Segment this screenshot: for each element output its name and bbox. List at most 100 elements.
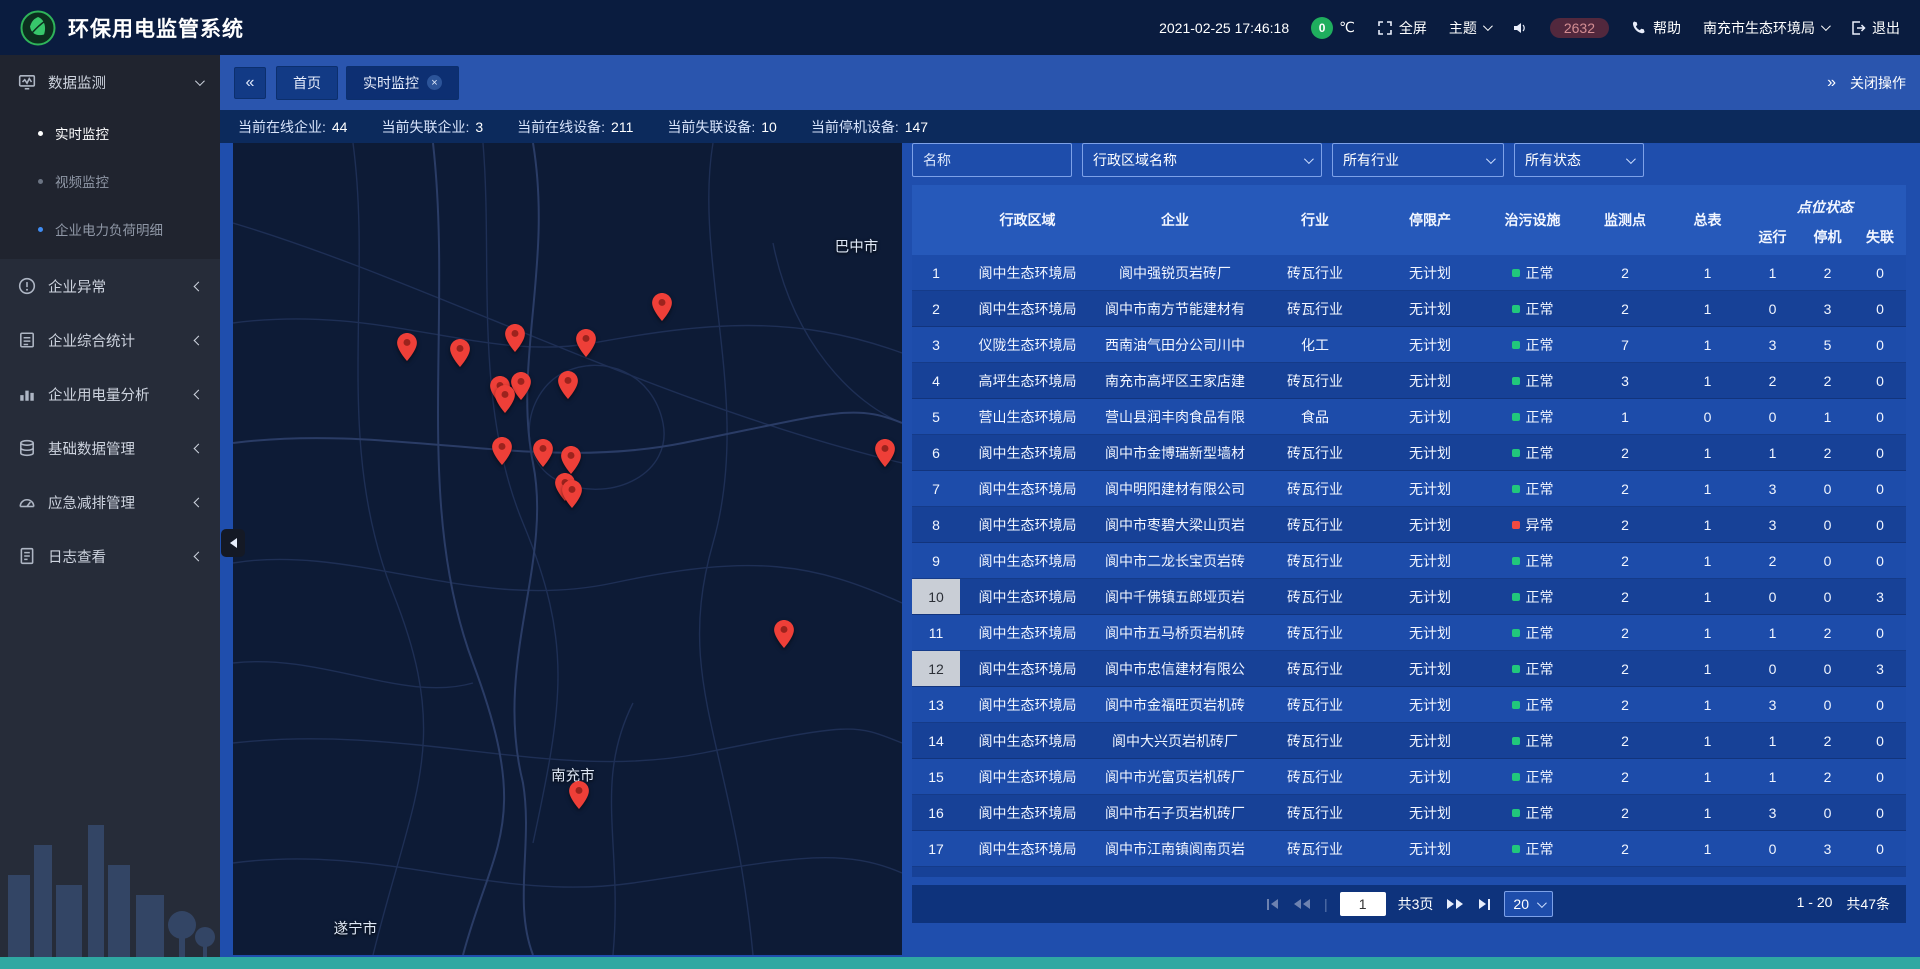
last-page-button[interactable] [1477, 897, 1492, 912]
fullscreen-button[interactable]: 全屏 [1377, 18, 1427, 38]
cell-region: 阆中生态环境局 [960, 507, 1095, 542]
table-row[interactable]: 2阆中生态环境局阆中市南方节能建材有砖瓦行业无计划正常21030 [912, 291, 1906, 327]
sidebar-subitem-video-monitor[interactable]: 视频监控 [0, 157, 220, 205]
table-row[interactable]: 17阆中生态环境局阆中市江南镇阆南页岩砖瓦行业无计划正常21030 [912, 831, 1906, 867]
tab-close-icon[interactable] [427, 75, 442, 90]
table-row[interactable]: 10阆中生态环境局阆中千佛镇五郎垭页岩砖瓦行业无计划正常21003 [912, 579, 1906, 615]
cell-facility: 正常 [1485, 687, 1580, 722]
filter-status-select[interactable]: 所有状态 [1514, 143, 1644, 177]
filter-industry-select[interactable]: 所有行业 [1332, 143, 1504, 177]
chevron-left-icon [194, 551, 204, 561]
map-pin[interactable] [533, 439, 553, 467]
close-operations-button[interactable]: 关闭操作 [1850, 73, 1906, 93]
table-row[interactable]: 5营山生态环境局营山县润丰肉食品有限食品无计划正常10010 [912, 399, 1906, 435]
map-pin[interactable] [505, 324, 525, 352]
cell-facility: 正常 [1485, 399, 1580, 434]
page-number-input[interactable] [1340, 892, 1386, 916]
panel-collapse-button[interactable] [221, 529, 245, 557]
chevron-down-icon [1821, 21, 1831, 31]
cell-region: 阆中生态环境局 [960, 543, 1095, 578]
cell-company: 阆中千佛镇五郎垭页岩 [1095, 579, 1255, 614]
cell-disconnected: 0 [1855, 867, 1905, 877]
cell-meters: 1 [1670, 543, 1745, 578]
sidebar-subitem-realtime-monitor[interactable]: 实时监控 [0, 109, 220, 157]
page-size-select[interactable]: 20 [1504, 891, 1553, 917]
chevron-left-icon [194, 443, 204, 453]
map-pin[interactable] [495, 385, 515, 413]
tab-home[interactable]: 首页 [276, 66, 338, 100]
alert-icon [18, 277, 36, 295]
filter-region-select[interactable]: 行政区域名称 [1082, 143, 1322, 177]
filter-name-input[interactable] [912, 143, 1072, 177]
sidebar-item-base-data[interactable]: 基础数据管理 [0, 421, 220, 475]
table-row[interactable]: 12阆中生态环境局阆中市忠信建材有限公砖瓦行业无计划正常21003 [912, 651, 1906, 687]
tabs-scroll-right-button[interactable] [1827, 74, 1836, 92]
table-row[interactable]: 13阆中生态环境局阆中市金福旺页岩机砖砖瓦行业无计划正常21300 [912, 687, 1906, 723]
table-row[interactable]: 18南部生态环境局南部县建兴页岩砖有限砖瓦行业无计划正常21030 [912, 867, 1906, 877]
sidebar-item-label: 应急减排管理 [48, 492, 195, 513]
next-page-button[interactable] [1445, 897, 1465, 911]
tabs-scroll-left-button[interactable] [234, 67, 266, 99]
sidebar-item-emergency-reduction[interactable]: 应急减排管理 [0, 475, 220, 529]
enterprise-table: 行政区域 企业 行业 停限产 治污设施 监测点 总表 点位状态 运行 停机 失联… [912, 185, 1906, 877]
map-pin[interactable] [562, 480, 582, 508]
cell-disconnected: 0 [1855, 507, 1905, 542]
map-pin[interactable] [492, 437, 512, 465]
cell-facility: 正常 [1485, 651, 1580, 686]
cell-meters: 1 [1670, 579, 1745, 614]
logout-button[interactable]: 退出 [1850, 18, 1900, 38]
cell-running: 1 [1745, 615, 1800, 650]
cell-industry: 砖瓦行业 [1255, 291, 1375, 326]
help-button[interactable]: 帮助 [1631, 18, 1681, 38]
map-panel[interactable]: 巴中市南充市遂宁市 [233, 143, 902, 955]
map-pin[interactable] [774, 620, 794, 648]
sidebar-item-enterprise-abnormal[interactable]: 企业异常 [0, 259, 220, 313]
table-row[interactable]: 11阆中生态环境局阆中市五马桥页岩机砖砖瓦行业无计划正常21120 [912, 615, 1906, 651]
table-row[interactable]: 14阆中生态环境局阆中大兴页岩机砖厂砖瓦行业无计划正常21120 [912, 723, 1906, 759]
cell-company: 南充市高坪区王家店建 [1095, 363, 1255, 398]
temperature-value: 0 [1311, 17, 1333, 39]
notice-badge[interactable]: 2632 [1550, 18, 1609, 38]
prev-page-button[interactable] [1292, 897, 1312, 911]
sidebar-item-data-monitoring[interactable]: 数据监测 [0, 55, 220, 109]
table-row[interactable]: 8阆中生态环境局阆中市枣碧大梁山页岩砖瓦行业无计划异常21300 [912, 507, 1906, 543]
sidebar-item-log-view[interactable]: 日志查看 [0, 529, 220, 583]
table-row[interactable]: 15阆中生态环境局阆中市光富页岩机砖厂砖瓦行业无计划正常21120 [912, 759, 1906, 795]
col-facility: 治污设施 [1485, 185, 1580, 255]
table-row[interactable]: 7阆中生态环境局阆中明阳建材有限公司砖瓦行业无计划正常21300 [912, 471, 1906, 507]
stat-item: 当前在线企业:44 [238, 117, 347, 137]
sidebar-item-power-analysis[interactable]: 企业用电量分析 [0, 367, 220, 421]
cell-stopped: 2 [1800, 435, 1855, 470]
table-row[interactable]: 1阆中生态环境局阆中强锐页岩砖厂砖瓦行业无计划正常21120 [912, 255, 1906, 291]
cell-company: 营山县润丰肉食品有限 [1095, 399, 1255, 434]
cell-disconnected: 3 [1855, 579, 1905, 614]
map-pin[interactable] [558, 371, 578, 399]
map-pin[interactable] [875, 439, 895, 467]
sidebar-item-enterprise-stats[interactable]: 企业综合统计 [0, 313, 220, 367]
map-pin[interactable] [576, 329, 596, 357]
cell-facility: 正常 [1485, 255, 1580, 290]
table-row[interactable]: 9阆中生态环境局阆中市二龙长宝页岩砖砖瓦行业无计划正常21200 [912, 543, 1906, 579]
map-pin[interactable] [397, 333, 417, 361]
map-pin[interactable] [569, 781, 589, 809]
map-pin[interactable] [652, 293, 672, 321]
announcement-button[interactable] [1512, 20, 1528, 36]
map-pin[interactable] [561, 446, 581, 474]
sidebar-subitem-power-load-detail[interactable]: 企业电力负荷明细 [0, 205, 220, 253]
first-page-button[interactable] [1265, 897, 1280, 912]
map-pin[interactable] [450, 339, 470, 367]
stat-value: 10 [761, 119, 777, 135]
table-row[interactable]: 4高坪生态环境局南充市高坪区王家店建砖瓦行业无计划正常31220 [912, 363, 1906, 399]
cell-limit: 无计划 [1375, 507, 1485, 542]
table-row[interactable]: 3仪陇生态环境局西南油气田分公司川中化工无计划正常71350 [912, 327, 1906, 363]
cell-company: 阆中明阳建材有限公司 [1095, 471, 1255, 506]
org-selector[interactable]: 南充市生态环境局 [1703, 18, 1828, 38]
table-row[interactable]: 16阆中生态环境局阆中市石子页岩机砖厂砖瓦行业无计划正常21300 [912, 795, 1906, 831]
cell-points: 2 [1580, 579, 1670, 614]
cell-disconnected: 0 [1855, 363, 1905, 398]
table-row[interactable]: 6阆中生态环境局阆中市金博瑞新型墙材砖瓦行业无计划正常21120 [912, 435, 1906, 471]
cell-facility: 正常 [1485, 363, 1580, 398]
theme-button[interactable]: 主题 [1449, 18, 1490, 38]
cell-industry: 砖瓦行业 [1255, 795, 1375, 830]
tab-realtime-monitor[interactable]: 实时监控 [346, 66, 459, 100]
